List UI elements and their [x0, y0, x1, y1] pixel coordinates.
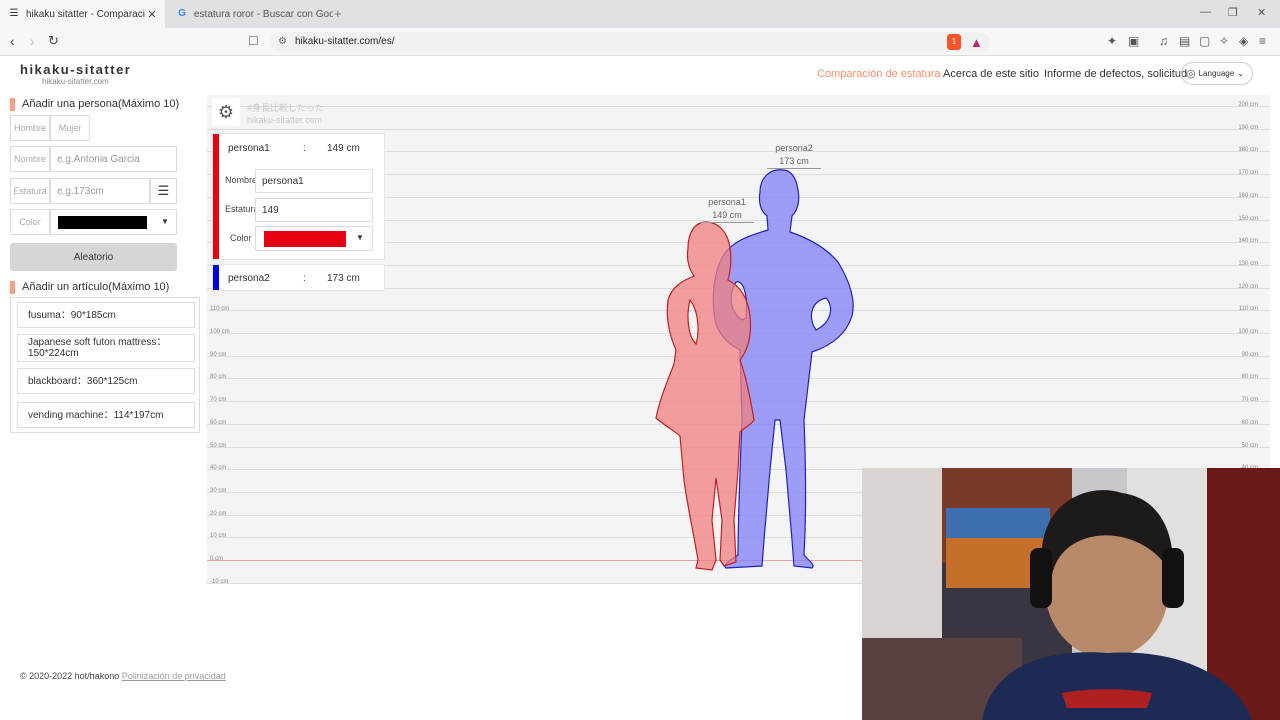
person-name: persona1	[228, 143, 270, 154]
persona2-chart-label: persona2 173 cm	[767, 142, 821, 169]
dropdown-arrow-icon: ▼	[356, 233, 364, 242]
webcam-overlay	[862, 468, 1280, 720]
person-name: persona2	[228, 273, 270, 284]
person-color-bar	[213, 134, 219, 259]
edit-name-input[interactable]: persona1	[255, 169, 373, 193]
color-swatch	[264, 231, 346, 247]
webcam-image	[862, 468, 1280, 720]
edit-height-label: Estatura	[225, 204, 255, 214]
separator: :	[303, 143, 306, 154]
privacy-link[interactable]: Polinización de privacidad	[122, 671, 226, 681]
person-color-bar	[213, 265, 219, 290]
edit-color-select[interactable]: ▼	[255, 226, 373, 251]
persona1-chart-label: persona1 149 cm	[700, 196, 754, 223]
person-height: 173 cm	[327, 273, 360, 284]
person-height: 149 cm	[327, 143, 360, 154]
edit-height-input[interactable]: 149	[255, 198, 373, 222]
person-card-1[interactable]: persona1 : 149 cm Nombre persona1 Estatu…	[212, 133, 385, 260]
separator: :	[303, 273, 306, 284]
edit-name-label: Nombre	[225, 175, 255, 185]
footer: © 2020-2022 hot/hakono Polinización de p…	[20, 671, 226, 681]
person-card-2[interactable]: persona2 : 173 cm	[212, 264, 385, 291]
